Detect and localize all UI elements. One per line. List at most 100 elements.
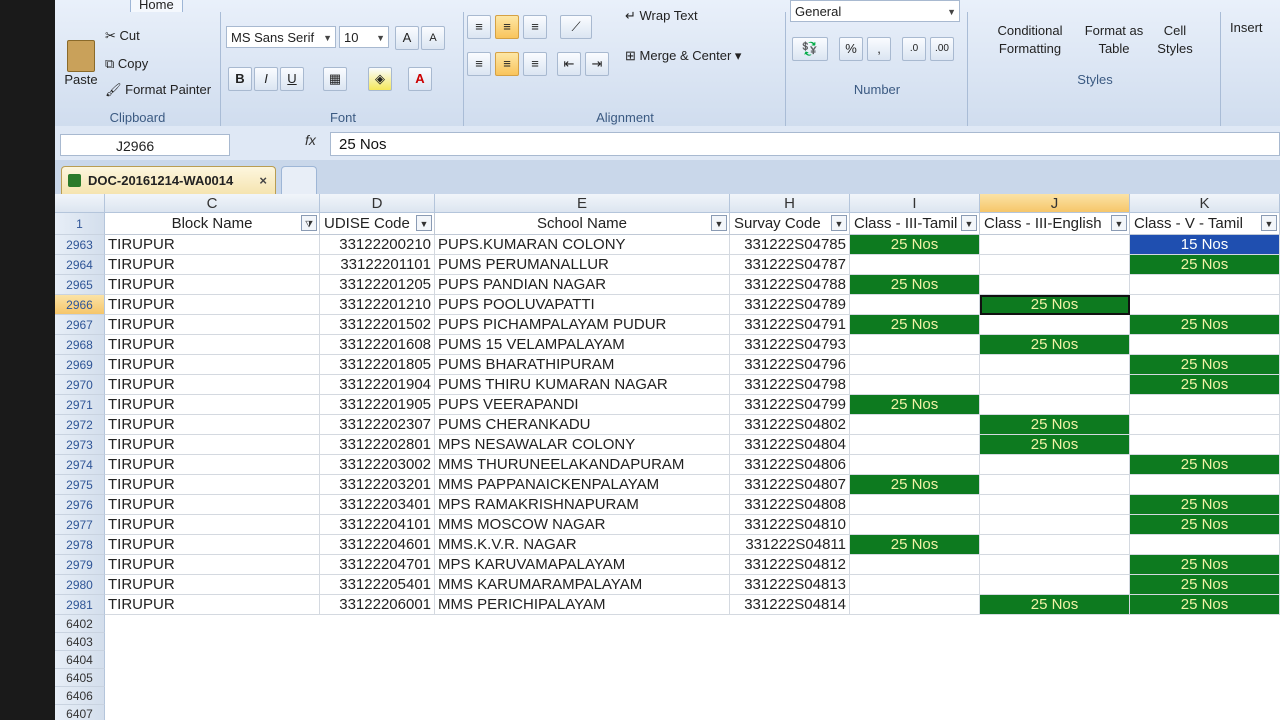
cell-school[interactable]: MMS MOSCOW NAGAR — [435, 515, 730, 535]
cell-i[interactable]: 25 Nos — [850, 535, 980, 555]
cell-survey[interactable]: 331222S04798 — [730, 375, 850, 395]
percent-button[interactable]: % — [839, 37, 863, 61]
cell-k[interactable] — [1130, 535, 1280, 555]
fill-color-button[interactable]: ◈ — [368, 67, 392, 91]
cell-i[interactable]: 25 Nos — [850, 275, 980, 295]
cell-school[interactable]: PUMS PERUMANALLUR — [435, 255, 730, 275]
cell-survey[interactable]: 331222S04802 — [730, 415, 850, 435]
cell-i[interactable] — [850, 455, 980, 475]
cell-k[interactable]: 25 Nos — [1130, 555, 1280, 575]
cell-block[interactable]: TIRUPUR — [105, 475, 320, 495]
row-header[interactable]: 2973 — [55, 435, 105, 455]
cell-school[interactable]: PUMS THIRU KUMARAN NAGAR — [435, 375, 730, 395]
align-left-button[interactable]: ≡ — [467, 52, 491, 76]
cell-block[interactable]: TIRUPUR — [105, 415, 320, 435]
cell-k[interactable] — [1130, 335, 1280, 355]
cell-udise[interactable]: 33122205401 — [320, 575, 435, 595]
bold-button[interactable]: B — [228, 67, 252, 91]
cell-k[interactable]: 25 Nos — [1130, 355, 1280, 375]
column-header-k[interactable]: K — [1130, 194, 1280, 213]
cell-block[interactable]: TIRUPUR — [105, 495, 320, 515]
comma-button[interactable]: , — [867, 37, 891, 61]
cell-udise[interactable]: 33122201205 — [320, 275, 435, 295]
row-header[interactable]: 2966 — [55, 295, 105, 315]
cell-k[interactable] — [1130, 395, 1280, 415]
column-header-c[interactable]: C — [105, 194, 320, 213]
cell-j[interactable] — [980, 315, 1130, 335]
row-header[interactable]: 2967 — [55, 315, 105, 335]
cell-k[interactable] — [1130, 415, 1280, 435]
number-format-select[interactable]: General ▼ — [790, 0, 960, 22]
column-header-i[interactable]: I — [850, 194, 980, 213]
cell-j[interactable]: 25 Nos — [980, 595, 1130, 615]
row-header[interactable]: 2976 — [55, 495, 105, 515]
cell-block[interactable]: TIRUPUR — [105, 395, 320, 415]
cell-k[interactable]: 15 Nos — [1130, 235, 1280, 255]
cell-udise[interactable]: 33122200210 — [320, 235, 435, 255]
underline-button[interactable]: U — [280, 67, 304, 91]
cell-udise[interactable]: 33122204101 — [320, 515, 435, 535]
cell-k[interactable]: 25 Nos — [1130, 515, 1280, 535]
row-header[interactable]: 2974 — [55, 455, 105, 475]
cell-i[interactable]: 25 Nos — [850, 475, 980, 495]
cell-j[interactable] — [980, 575, 1130, 595]
cell-school[interactable]: MMS PAPPANAICKENPALAYAM — [435, 475, 730, 495]
cell-survey[interactable]: 331222S04810 — [730, 515, 850, 535]
cell-i[interactable] — [850, 415, 980, 435]
row-header[interactable]: 1 — [55, 213, 105, 235]
cell-i[interactable] — [850, 355, 980, 375]
paste-button[interactable]: Paste — [63, 40, 99, 90]
document-tab[interactable]: DOC-20161214-WA0014 × — [61, 166, 276, 194]
cell-i[interactable] — [850, 595, 980, 615]
cell-j[interactable] — [980, 235, 1130, 255]
cell-survey[interactable]: 331222S04814 — [730, 595, 850, 615]
cell-block[interactable]: TIRUPUR — [105, 315, 320, 335]
row-header[interactable]: 2975 — [55, 475, 105, 495]
cell-survey[interactable]: 331222S04799 — [730, 395, 850, 415]
cell-block[interactable]: TIRUPUR — [105, 355, 320, 375]
cell-school[interactable]: PUPS VEERAPANDI — [435, 395, 730, 415]
font-size-select[interactable]: 10 ▼ — [339, 26, 389, 48]
cell-styles-button[interactable]: Cell Styles — [1150, 22, 1200, 58]
cell-school[interactable]: PUPS PICHAMPALAYAM PUDUR — [435, 315, 730, 335]
cell-i[interactable] — [850, 515, 980, 535]
cell-survey[interactable]: 331222S04811 — [730, 535, 850, 555]
cell-school[interactable]: MMS KARUMARAMPALAYAM — [435, 575, 730, 595]
filter-dropdown-icon[interactable]: ▼ — [1261, 215, 1277, 231]
cell-udise[interactable]: 33122201805 — [320, 355, 435, 375]
cell-udise[interactable]: 33122202307 — [320, 415, 435, 435]
cell-i[interactable] — [850, 255, 980, 275]
cell-survey[interactable]: 331222S04793 — [730, 335, 850, 355]
format-painter-button[interactable]: 🖌 Format Painter — [105, 82, 211, 98]
cell-school[interactable]: MMS.K.V.R. NAGAR — [435, 535, 730, 555]
increase-indent-button[interactable]: ⇥ — [585, 52, 609, 76]
cell-k[interactable] — [1130, 475, 1280, 495]
copy-button[interactable]: ⧉ Copy — [105, 56, 148, 72]
cell-j[interactable] — [980, 515, 1130, 535]
cell-j[interactable] — [980, 375, 1130, 395]
font-name-select[interactable]: MS Sans Serif ▼ — [226, 26, 336, 48]
decrease-indent-button[interactable]: ⇤ — [557, 52, 581, 76]
cell-survey[interactable]: 331222S04812 — [730, 555, 850, 575]
cell-j[interactable]: 25 Nos — [980, 335, 1130, 355]
filter-dropdown-icon[interactable]: ▼ — [711, 215, 727, 231]
formula-input[interactable]: 25 Nos — [330, 132, 1280, 156]
cell-survey[interactable]: 331222S04788 — [730, 275, 850, 295]
cell-j[interactable] — [980, 395, 1130, 415]
cell-block[interactable]: TIRUPUR — [105, 335, 320, 355]
cell-block[interactable]: TIRUPUR — [105, 255, 320, 275]
name-box[interactable]: J2966 — [60, 134, 230, 156]
cell-school[interactable]: MPS RAMAKRISHNAPURAM — [435, 495, 730, 515]
column-header-e[interactable]: E — [435, 194, 730, 213]
cell-school[interactable]: PUMS BHARATHIPURAM — [435, 355, 730, 375]
cell-udise[interactable]: 33122202801 — [320, 435, 435, 455]
row-header[interactable]: 2972 — [55, 415, 105, 435]
row-header[interactable]: 6403 — [55, 633, 105, 651]
cell-school[interactable]: PUPS POOLUVAPATTI — [435, 295, 730, 315]
cell-udise[interactable]: 33122204701 — [320, 555, 435, 575]
grow-font-button[interactable]: A — [395, 26, 419, 50]
cell-school[interactable]: PUMS CHERANKADU — [435, 415, 730, 435]
cell-udise[interactable]: 33122201502 — [320, 315, 435, 335]
cell-survey[interactable]: 331222S04807 — [730, 475, 850, 495]
row-header[interactable]: 2964 — [55, 255, 105, 275]
